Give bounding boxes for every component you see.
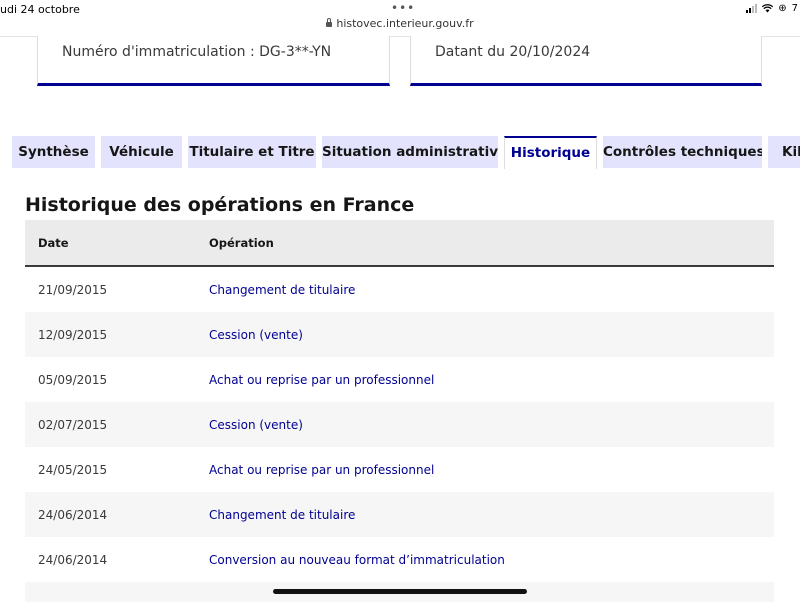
row-operation-link[interactable]: Changement de titulaire bbox=[209, 283, 355, 297]
report-date-text: Datant du 20/10/2024 bbox=[435, 44, 591, 60]
history-table: Date Opération 21/09/2015 Changement de … bbox=[25, 220, 774, 602]
row-date: 02/07/2015 bbox=[38, 418, 108, 432]
row-date: 12/09/2015 bbox=[38, 328, 108, 342]
row-operation-link[interactable]: Cession (vente) bbox=[209, 328, 303, 342]
tab-bar: Synthèse Véhicule Titulaire et Titre Sit… bbox=[0, 136, 800, 170]
table-row: 02/07/2015 Cession (vente) bbox=[25, 402, 774, 447]
plate-number-card: Numéro d'immatriculation : DG-3**-YN bbox=[37, 36, 390, 86]
row-date: 21/09/2015 bbox=[38, 283, 108, 297]
more-icon[interactable]: ••• bbox=[391, 1, 415, 15]
row-operation-link[interactable]: Achat ou reprise par un professionnel bbox=[209, 373, 434, 387]
tab-vehicule[interactable]: Véhicule bbox=[101, 136, 182, 168]
plate-number-text: Numéro d'immatriculation : DG-3**-YN bbox=[62, 44, 332, 60]
table-row: 12/09/2015 Cession (vente) bbox=[25, 312, 774, 357]
table-row: 24/06/2014 Conversion au nouveau format … bbox=[25, 537, 774, 582]
table-row: 21/09/2015 Changement de titulaire bbox=[25, 267, 774, 312]
row-date: 05/09/2015 bbox=[38, 373, 108, 387]
status-icons: ⊕ 7 bbox=[746, 3, 798, 14]
row-operation-link[interactable]: Conversion au nouveau format d’immatricu… bbox=[209, 553, 505, 567]
header-operation: Opération bbox=[209, 236, 274, 250]
row-operation-link[interactable]: Cession (vente) bbox=[209, 418, 303, 432]
table-header: Date Opération bbox=[25, 220, 774, 267]
date-card: Datant du 20/10/2024 bbox=[410, 36, 762, 86]
tab-controles-techniques[interactable]: Contrôles techniques bbox=[603, 136, 762, 168]
wifi-icon bbox=[762, 4, 774, 13]
home-indicator[interactable] bbox=[273, 589, 527, 594]
section-title: Historique des opérations en France bbox=[25, 194, 415, 216]
tab-situation-administrative[interactable]: Situation administrative bbox=[322, 136, 498, 168]
tab-titulaire-et-titre[interactable]: Titulaire et Titre bbox=[188, 136, 316, 168]
location-icon: ⊕ bbox=[778, 3, 787, 14]
table-row: 05/09/2015 Achat ou reprise par un profe… bbox=[25, 357, 774, 402]
status-date: udi 24 octobre bbox=[0, 3, 80, 16]
battery-label: 7 bbox=[791, 3, 798, 14]
tab-synthese[interactable]: Synthèse bbox=[12, 136, 95, 168]
url-text: histovec.interieur.gouv.fr bbox=[336, 17, 474, 30]
table-row: 24/05/2015 Achat ou reprise par un profe… bbox=[25, 447, 774, 492]
row-date: 24/05/2015 bbox=[38, 463, 108, 477]
signal-icon bbox=[746, 4, 758, 13]
address-bar[interactable]: histovec.interieur.gouv.fr bbox=[0, 17, 800, 30]
tab-kilometrage[interactable]: Kilo bbox=[768, 136, 800, 168]
lock-icon bbox=[326, 18, 333, 27]
tab-historique[interactable]: Historique bbox=[504, 136, 597, 169]
row-operation-link[interactable]: Changement de titulaire bbox=[209, 508, 355, 522]
browser-status-bar: udi 24 octobre ••• histovec.interieur.go… bbox=[0, 0, 800, 37]
row-date: 24/06/2014 bbox=[38, 553, 108, 567]
table-row: 24/06/2014 Changement de titulaire bbox=[25, 492, 774, 537]
row-date: 24/06/2014 bbox=[38, 508, 108, 522]
row-operation-link[interactable]: Achat ou reprise par un professionnel bbox=[209, 463, 434, 477]
header-date: Date bbox=[38, 236, 69, 250]
